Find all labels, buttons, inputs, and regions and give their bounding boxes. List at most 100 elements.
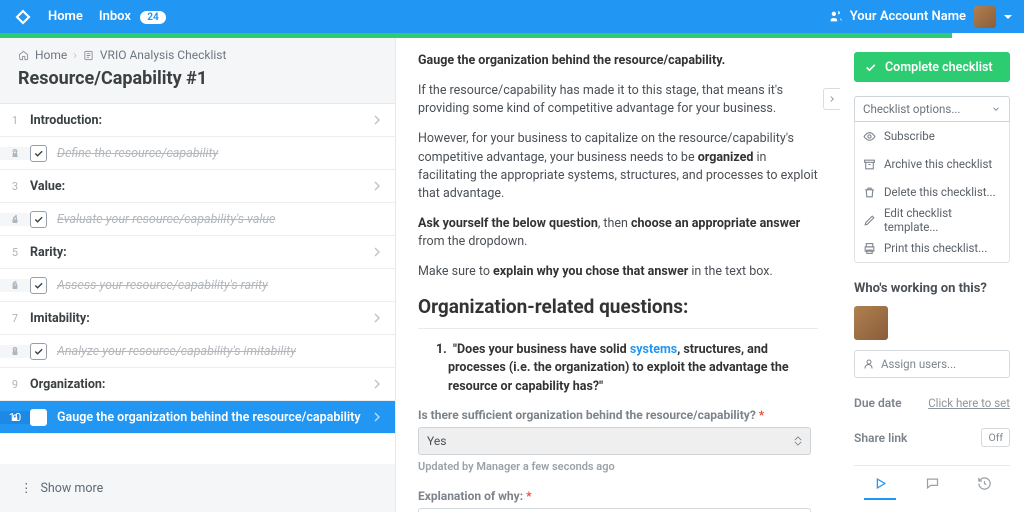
select-value: Yes <box>427 434 446 448</box>
step-5[interactable]: 5 Rarity: <box>0 236 395 269</box>
nav-home[interactable]: Home <box>48 9 83 24</box>
account-menu[interactable]: Your Account Name <box>829 6 1012 28</box>
breadcrumb-sep: › <box>73 48 77 62</box>
step-9[interactable]: 9 Organization: <box>0 368 395 401</box>
option-archive[interactable]: Archive this checklist <box>855 150 1009 178</box>
dots-icon: ⋮ <box>20 480 33 496</box>
checkbox-checked[interactable] <box>30 277 47 294</box>
option-subscribe[interactable]: Subscribe <box>855 122 1009 150</box>
lock-icon <box>11 414 19 422</box>
chevron-down-icon <box>991 104 1001 114</box>
checkbox-checked[interactable] <box>30 145 47 162</box>
option-edit-template[interactable]: Edit checklist template... <box>855 206 1009 234</box>
page-title: Resource/Capability #1 <box>0 62 395 103</box>
brand-logo-icon[interactable] <box>12 6 34 28</box>
user-icon <box>863 358 875 370</box>
tab-activity[interactable] <box>854 466 906 500</box>
due-date-set[interactable]: Click here to set <box>928 396 1010 410</box>
step-6[interactable]: 6 Assess your resource/capability's rari… <box>0 269 395 302</box>
right-tabs <box>854 465 1010 500</box>
center-pane: Gauge the organization behind the resour… <box>396 38 840 512</box>
right-pane: Complete checklist Checklist options... … <box>840 38 1024 512</box>
chevron-right-icon <box>369 112 385 128</box>
breadcrumb-current[interactable]: VRIO Analysis Checklist <box>100 48 227 62</box>
field1-label: Is there sufficient organization behind … <box>418 408 818 422</box>
nav-inbox-label: Inbox <box>99 9 131 24</box>
chat-icon <box>925 476 940 491</box>
nav-inbox[interactable]: Inbox 24 <box>99 9 166 24</box>
divider <box>418 328 818 329</box>
step-3[interactable]: 3 Value: <box>0 170 395 203</box>
tab-comments[interactable] <box>906 466 958 500</box>
checklist-options-select[interactable]: Checklist options... <box>854 96 1010 122</box>
trash-icon <box>863 186 876 199</box>
caret-down-icon <box>1004 15 1012 19</box>
explanation-textarea[interactable]: Final explanation here... <box>418 508 811 512</box>
checklist-options-list: Subscribe Archive this checklist Delete … <box>854 122 1010 263</box>
step-1[interactable]: 1 Introduction: <box>0 104 395 137</box>
account-name: Your Account Name <box>850 9 966 24</box>
sufficient-organization-select[interactable]: Yes <box>418 427 811 455</box>
field2-label: Explanation of why: * <box>418 489 818 503</box>
due-date-label: Due date <box>854 396 902 410</box>
avatar <box>974 6 996 28</box>
left-pane: Home › VRIO Analysis Checklist Resource/… <box>0 38 396 512</box>
check-icon <box>864 61 877 74</box>
step-list: 1 Introduction: 2 Define the resource/ca… <box>0 103 395 464</box>
content-p1: If the resource/capability has made it t… <box>418 82 818 118</box>
collapse-right-button[interactable] <box>823 88 840 110</box>
systems-link[interactable]: systems <box>630 342 677 357</box>
share-link-row: Share link Off <box>854 428 1010 447</box>
breadcrumb-home[interactable]: Home <box>35 48 67 62</box>
archive-icon <box>863 158 876 171</box>
chevron-right-icon <box>369 376 385 392</box>
checkbox-checked[interactable] <box>30 343 47 360</box>
lock-icon <box>11 150 19 158</box>
content-p4: Make sure to explain why you chose that … <box>418 263 818 281</box>
topbar: Home Inbox 24 Your Account Name <box>0 0 1024 33</box>
complete-checklist-button[interactable]: Complete checklist <box>854 52 1010 82</box>
checkbox-unchecked[interactable] <box>30 409 47 426</box>
eye-icon <box>863 130 876 143</box>
show-more[interactable]: ⋮ Show more <box>0 464 395 512</box>
tab-history[interactable] <box>958 466 1010 500</box>
home-icon <box>18 50 29 61</box>
checkbox-checked[interactable] <box>30 211 47 228</box>
section-heading: Organization-related questions: <box>418 295 818 318</box>
play-icon <box>873 476 888 491</box>
lock-icon <box>11 282 19 290</box>
who-heading: Who's working on this? <box>854 281 1010 296</box>
pencil-icon <box>863 214 876 227</box>
print-icon <box>863 242 876 255</box>
lock-icon <box>11 348 19 356</box>
chevron-right-icon <box>369 178 385 194</box>
content-p2: However, for your business to capitalize… <box>418 130 818 203</box>
step-8[interactable]: 8 Analyze your resource/capability's imi… <box>0 335 395 368</box>
option-delete[interactable]: Delete this checklist... <box>855 178 1009 206</box>
chevron-right-icon <box>827 94 837 104</box>
assignee-avatar[interactable] <box>854 306 888 340</box>
inbox-count-badge: 24 <box>140 11 165 24</box>
chevron-right-icon <box>369 244 385 260</box>
due-date-row: Due date Click here to set <box>854 396 1010 410</box>
assign-users-input[interactable]: Assign users... <box>854 350 1010 378</box>
org-icon <box>829 10 842 23</box>
chevron-right-icon <box>369 409 385 425</box>
breadcrumb: Home › VRIO Analysis Checklist <box>0 38 395 62</box>
template-icon <box>83 50 94 61</box>
share-link-toggle[interactable]: Off <box>981 428 1010 447</box>
option-print[interactable]: Print this checklist... <box>855 234 1009 262</box>
field1-meta: Updated by Manager a few seconds ago <box>418 460 818 473</box>
content-p3: Ask yourself the below question, then ch… <box>418 215 818 251</box>
lock-icon <box>11 216 19 224</box>
chevron-right-icon <box>369 310 385 326</box>
history-icon <box>977 476 992 491</box>
step-2[interactable]: 2 Define the resource/capability <box>0 137 395 170</box>
question-1: 1. "Does your business have solid system… <box>432 341 818 395</box>
step-10-active[interactable]: 10 Gauge the organization behind the res… <box>0 401 395 434</box>
content-heading: Gauge the organization behind the resour… <box>418 52 818 70</box>
share-link-label: Share link <box>854 431 907 445</box>
step-4[interactable]: 4 Evaluate your resource/capability's va… <box>0 203 395 236</box>
select-arrows-icon <box>794 436 802 446</box>
step-7[interactable]: 7 Imitability: <box>0 302 395 335</box>
